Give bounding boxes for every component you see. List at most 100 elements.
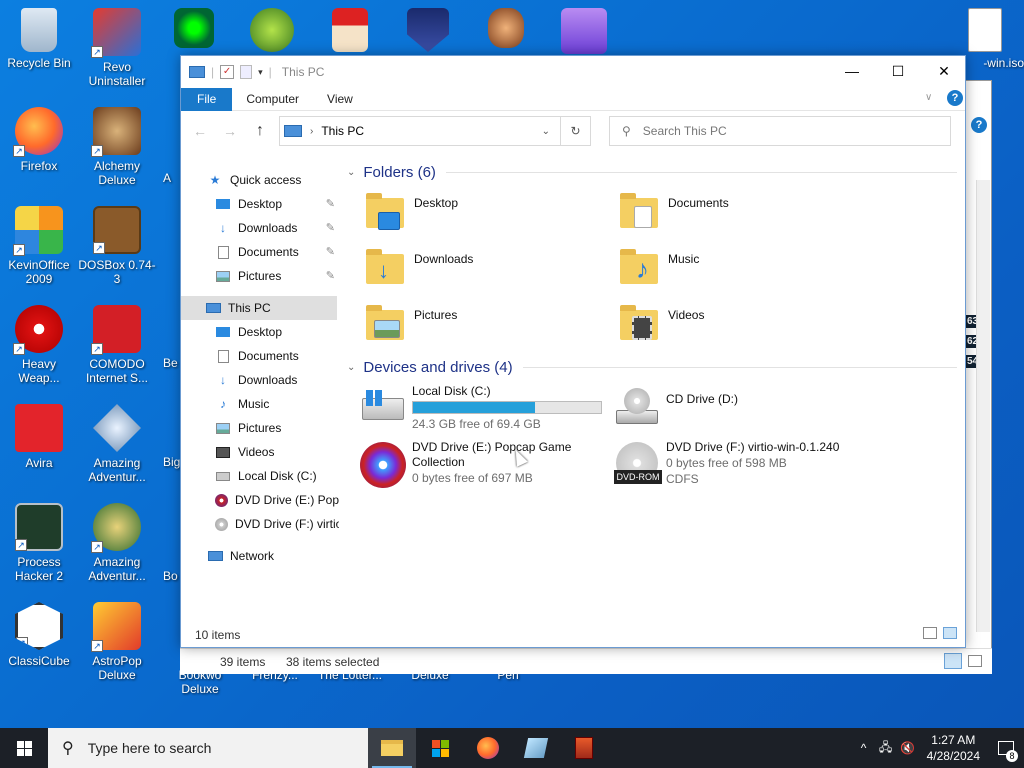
nav-pc-desktop[interactable]: Desktop xyxy=(215,320,282,344)
taskbar-app-4[interactable] xyxy=(512,728,560,768)
bg-tiles-view-icon[interactable] xyxy=(968,655,982,667)
notification-center-button[interactable]: 8 xyxy=(988,728,1024,768)
desktop-icon-avira[interactable]: Avira xyxy=(0,404,78,470)
drive-cd-d[interactable]: CD Drive (D:) xyxy=(614,384,738,428)
nav-quick-access[interactable]: ★ Quick access xyxy=(207,168,302,192)
desktop-icon-partial[interactable] xyxy=(248,8,296,56)
drive-dvd-e[interactable]: DVD Drive (E:) Popcap Game Collection 0 … xyxy=(360,440,602,488)
desktop-icon-partial[interactable] xyxy=(170,8,218,52)
desktop-icon-recycle-bin[interactable]: Recycle Bin xyxy=(0,8,78,70)
title-bar[interactable]: | ✓ ▾ | This PC — ☐ ✕ xyxy=(181,56,965,88)
properties-icon[interactable]: ✓ xyxy=(220,65,235,79)
bg-details-view-icon[interactable] xyxy=(944,653,962,669)
desktop-icon-revo[interactable]: ↗ Revo Uninstaller xyxy=(78,8,156,88)
back-button[interactable]: ← xyxy=(189,120,211,142)
folder-pictures[interactable]: Pictures xyxy=(364,302,457,346)
taskbar-search[interactable]: ⚲ Type here to search xyxy=(48,728,368,768)
new-folder-icon[interactable] xyxy=(240,65,253,79)
nav-quick-desktop[interactable]: Desktop ✎ xyxy=(215,192,337,216)
desktop-icon-partial[interactable] xyxy=(560,8,608,58)
large-icons-view-icon[interactable] xyxy=(943,627,957,639)
drive-dvd-f[interactable]: DVD-ROM DVD Drive (F:) virtio-win-0.1.24… xyxy=(614,440,839,487)
background-scrollbar[interactable] xyxy=(976,180,990,632)
tab-computer[interactable]: Computer xyxy=(232,88,313,111)
nav-quick-pictures[interactable]: Pictures ✎ xyxy=(215,264,337,288)
music-folder-icon: ♪ xyxy=(618,246,662,290)
clock[interactable]: 1:27 AM 4/28/2024 xyxy=(919,732,988,764)
folder-videos[interactable]: Videos xyxy=(618,302,704,346)
desktop-icon-alchemy[interactable]: ↗ Alchemy Deluxe xyxy=(78,107,156,187)
nav-pc-dvd-f[interactable]: DVD Drive (F:) virtio xyxy=(215,512,339,536)
nav-quick-documents[interactable]: Documents ✎ xyxy=(215,240,337,264)
kevinoffice-icon: ↗ xyxy=(13,206,63,256)
up-button[interactable]: ↑ xyxy=(249,120,271,142)
forward-button[interactable]: → xyxy=(219,120,241,142)
nav-pc-videos[interactable]: Videos xyxy=(215,440,274,464)
nav-pc-pictures[interactable]: Pictures xyxy=(215,416,281,440)
breadcrumb-chevron-icon[interactable]: › xyxy=(310,126,313,137)
desktop-icon-kevinoffice[interactable]: ↗ KevinOffice 2009 xyxy=(0,206,78,286)
nav-pc-local-disk[interactable]: Local Disk (C:) xyxy=(215,464,317,488)
folder-music[interactable]: ♪ Music xyxy=(618,246,699,290)
nav-network[interactable]: Network xyxy=(207,544,274,568)
search-box[interactable]: ⚲ Search This PC xyxy=(609,116,951,146)
desktop-icon-partial[interactable] xyxy=(482,8,530,52)
heavy-weapon-icon: ↗ xyxy=(13,305,63,355)
network-status-icon[interactable]: 🖧 xyxy=(875,738,897,759)
folder-desktop[interactable]: Desktop xyxy=(364,190,458,234)
search-icon: ⚲ xyxy=(622,124,631,138)
desktop-icon-comodo[interactable]: ↗ COMODO Internet S... xyxy=(78,305,156,385)
breadcrumb-location[interactable]: This PC xyxy=(321,124,364,138)
cocktail-icon xyxy=(561,8,607,54)
address-bar[interactable]: › This PC ⌄ ↻ xyxy=(279,116,591,146)
folder-documents[interactable]: Documents xyxy=(618,190,729,234)
details-view-icon[interactable] xyxy=(923,627,937,639)
pin-icon[interactable]: ✎ xyxy=(326,216,335,240)
desktop-icon-amazing-adventures-1[interactable]: ↗ Amazing Adventur... xyxy=(78,404,156,484)
desktop-folder-icon xyxy=(364,190,408,234)
start-button[interactable] xyxy=(0,728,48,768)
desktop-icon-firefox[interactable]: ↗ Firefox xyxy=(0,107,78,173)
nav-quick-downloads[interactable]: ↓ Downloads ✎ xyxy=(215,216,337,240)
desktop-icon-classicube[interactable]: ↗ ClassiCube xyxy=(0,602,78,668)
taskbar-file-explorer[interactable] xyxy=(368,728,416,768)
taskbar-firefox[interactable] xyxy=(464,728,512,768)
folder-downloads[interactable]: ↓ Downloads xyxy=(364,246,473,290)
refresh-button[interactable]: ↻ xyxy=(560,117,590,145)
tab-view[interactable]: View xyxy=(313,88,367,111)
address-dropdown-icon[interactable]: ⌄ xyxy=(542,126,550,137)
desktop-icon-astropop[interactable]: ↗ AstroPop Deluxe xyxy=(78,602,156,682)
nav-pc-downloads[interactable]: ↓ Downloads xyxy=(215,368,297,392)
taskbar-store[interactable] xyxy=(416,728,464,768)
taskbar-app-5[interactable] xyxy=(560,728,608,768)
customize-toolbar-icon[interactable]: ▾ xyxy=(258,67,263,78)
drive-local-disk-c[interactable]: Local Disk (C:) 24.3 GB free of 69.4 GB xyxy=(360,384,602,432)
devices-group-header[interactable]: ⌄ Devices and drives (4) xyxy=(347,359,957,376)
desktop-icon-dosbox[interactable]: ↗ DOSBox 0.74-3 xyxy=(78,206,156,286)
maximize-button[interactable]: ☐ xyxy=(875,56,921,86)
help-icon[interactable]: ? xyxy=(947,90,963,106)
close-button[interactable]: ✕ xyxy=(921,56,967,86)
pin-icon[interactable]: ✎ xyxy=(326,264,335,288)
pin-icon[interactable]: ✎ xyxy=(326,240,335,264)
nav-pc-documents[interactable]: Documents xyxy=(215,344,299,368)
tab-file[interactable]: File xyxy=(181,87,233,111)
desktop-icon-partial[interactable] xyxy=(326,8,374,56)
nav-pc-music[interactable]: ♪ Music xyxy=(215,392,269,416)
desktop-icon-process-hacker[interactable]: ↗ Process Hacker 2 xyxy=(0,503,78,583)
folders-group-header[interactable]: ⌄ Folders (6) xyxy=(347,164,957,181)
volume-muted-icon[interactable]: 🔇 xyxy=(897,741,919,755)
chevron-up-icon[interactable]: ^ xyxy=(853,741,875,755)
ribbon-expand-icon[interactable]: ∨ xyxy=(925,92,932,103)
desktop-icon-amazing-adventures-2[interactable]: ↗ Amazing Adventur... xyxy=(78,503,156,583)
firefox-icon: ↗ xyxy=(13,107,63,157)
desktop-icon-partial[interactable] xyxy=(404,8,452,56)
chevron-down-icon: ⌄ xyxy=(347,362,356,373)
nav-pc-dvd-e[interactable]: DVD Drive (E:) Popc xyxy=(215,488,339,512)
pictures-icon xyxy=(215,268,231,284)
minimize-button[interactable]: — xyxy=(829,56,875,86)
desktop-icon-heavy-weapon[interactable]: ↗ Heavy Weap... xyxy=(0,305,78,385)
nav-this-pc[interactable]: This PC xyxy=(181,296,337,320)
content-pane: ⌄ Folders (6) Desktop Documents ↓ Downloa… xyxy=(344,164,966,624)
pin-icon[interactable]: ✎ xyxy=(326,192,335,216)
